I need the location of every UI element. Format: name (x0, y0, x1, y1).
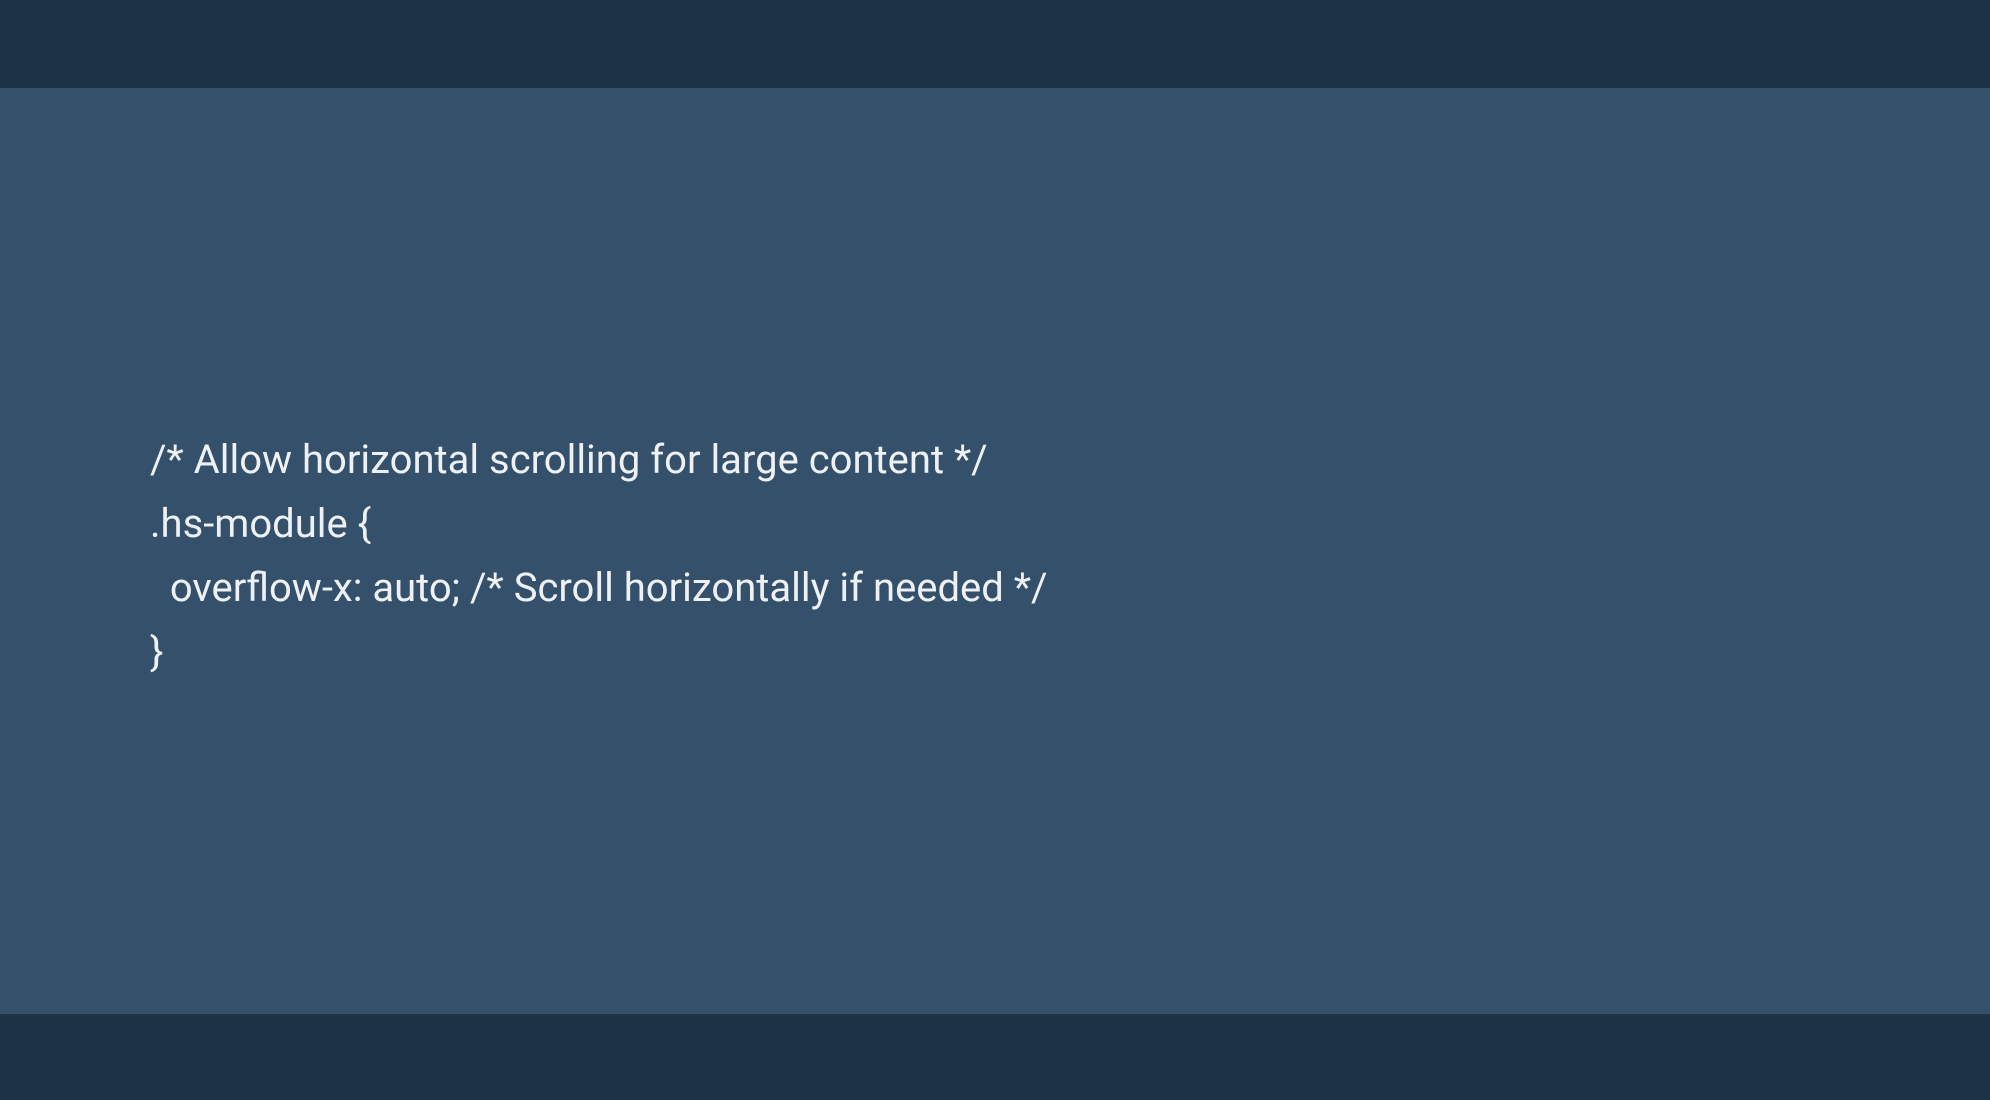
code-line-4: } (150, 628, 164, 675)
code-snippet: /* Allow horizontal scrolling for large … (150, 428, 1047, 684)
code-line-3: overflow-x: auto; /* Scroll horizontally… (150, 564, 1047, 611)
top-bar (0, 0, 1990, 88)
bottom-bar (0, 1014, 1990, 1100)
main-content-area: /* Allow horizontal scrolling for large … (0, 88, 1990, 1014)
code-line-1: /* Allow horizontal scrolling for large … (150, 436, 988, 483)
code-line-2: .hs-module { (150, 500, 371, 547)
